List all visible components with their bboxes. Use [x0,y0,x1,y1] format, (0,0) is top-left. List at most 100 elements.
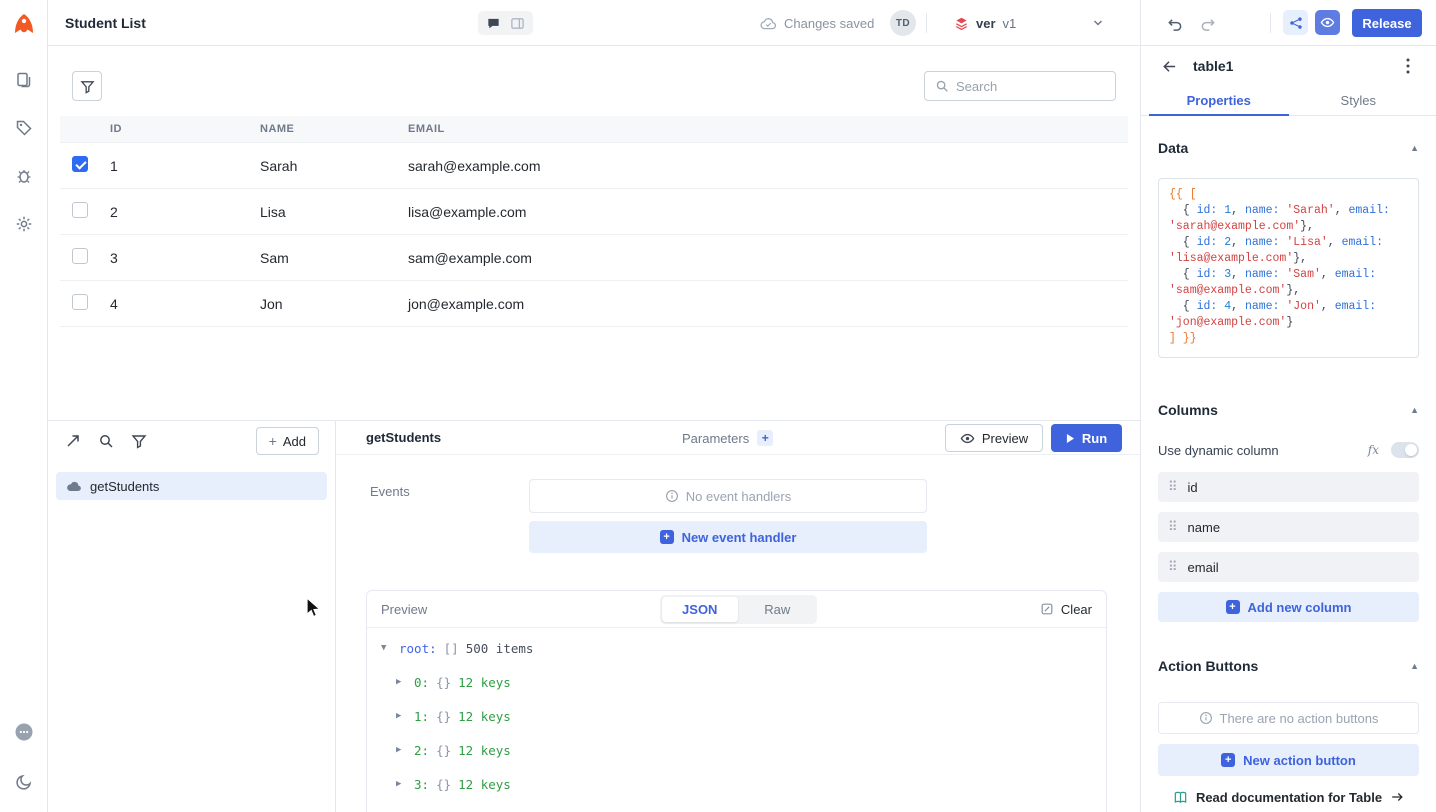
json-meta: 12 keys [458,675,511,690]
widget-name[interactable]: table1 [1193,58,1233,74]
query-list-item[interactable]: getStudents [56,472,327,500]
theme-toggle-icon[interactable] [8,766,40,798]
section-actions-title: Action Buttons [1158,658,1258,674]
debug-icon[interactable] [8,160,40,192]
column-item[interactable]: ⠿ email [1158,552,1419,582]
read-documentation-link[interactable]: Read documentation for Table [1158,785,1419,809]
expand-icon[interactable] [65,433,81,449]
table-row[interactable]: 2 Lisa lisa@example.com [60,189,1128,235]
tab-styles[interactable]: Styles [1289,86,1429,115]
back-icon[interactable] [1157,54,1181,78]
left-rail [0,0,48,812]
drag-handle-icon[interactable]: ⠿ [1168,479,1178,495]
dynamic-column-label: Use dynamic column [1158,443,1279,458]
column-item[interactable]: ⠿ id [1158,472,1419,502]
code-line: { id: 2, name: 'Lisa', email: [1169,235,1408,251]
undo-icon[interactable] [1163,13,1185,35]
add-new-column-button[interactable]: + Add new column [1158,592,1419,622]
kebab-menu-icon[interactable] [1396,54,1420,78]
new-action-button[interactable]: + New action button [1158,744,1419,776]
collapse-icon[interactable]: ▲ [1410,661,1419,671]
filter-icon[interactable] [131,433,147,449]
arrow-right-icon [1390,790,1404,804]
query-name: getStudents [90,479,159,494]
drag-handle-icon[interactable]: ⠿ [1168,559,1178,575]
row-checkbox[interactable] [72,248,88,264]
code-line: 'lisa@example.com'}, [1169,251,1408,267]
parameters-label: Parameters [682,431,749,446]
tab-json[interactable]: JSON [662,597,738,622]
add-new-column-label: Add new column [1248,600,1352,615]
plus-icon: + [269,434,277,448]
preview-eye-icon[interactable] [1315,10,1340,35]
json-item-row[interactable]: ▶ 1: {} 12 keys [381,699,1106,733]
row-checkbox[interactable] [72,294,88,310]
divider [1270,13,1271,33]
expand-arrow-icon[interactable]: ▶ [396,677,407,687]
query-panel: + Add getStudents getStudents Parameters… [48,420,1140,812]
table-row[interactable]: 4 Jon jon@example.com [60,281,1128,327]
save-status-label: Changes saved [784,16,874,31]
share-icon[interactable] [1283,10,1308,35]
chevron-down-icon[interactable] [1092,17,1104,29]
column-header-name[interactable]: NAME [260,123,408,135]
table-search-input[interactable]: Search [924,71,1116,101]
no-event-handlers-label: No event handlers [686,489,792,504]
preview-button[interactable]: Preview [945,424,1043,452]
drag-handle-icon[interactable]: ⠿ [1168,519,1178,535]
expand-arrow-icon[interactable]: ▶ [396,779,407,789]
data-table: ID NAME EMAIL 1 Sarah sarah@example.com … [60,116,1128,327]
json-item-row[interactable]: ▶ 2: {} 12 keys [381,733,1106,767]
pages-icon[interactable] [8,64,40,96]
column-header-email[interactable]: EMAIL [408,123,1128,135]
data-code-editor[interactable]: {{ [ { id: 1, name: 'Sarah', email:'sara… [1158,178,1419,358]
help-icon[interactable] [8,716,40,748]
run-button[interactable]: Run [1051,424,1122,452]
expand-arrow-icon[interactable]: ▶ [396,745,407,755]
clear-icon [1040,602,1054,616]
table-row[interactable]: 3 Sam sam@example.com [60,235,1128,281]
redo-icon[interactable] [1197,13,1219,35]
response-format-toggle: JSON Raw [660,595,817,624]
table-filter-button[interactable] [72,71,102,101]
section-data-header[interactable]: Data ▲ [1158,136,1419,160]
clear-button[interactable]: Clear [1040,602,1092,617]
mode-toggle[interactable] [478,11,533,35]
collapse-arrow-icon[interactable]: ▼ [381,643,392,653]
save-status: Changes saved [760,0,874,46]
json-item-row[interactable]: ▶ 0: {} 12 keys [381,665,1106,699]
appsmith-logo[interactable] [10,10,38,38]
column-header-id[interactable]: ID [110,123,260,135]
section-columns-header[interactable]: Columns ▲ [1158,398,1419,422]
new-event-handler-button[interactable]: + New event handler [529,521,927,553]
json-root-row[interactable]: ▼ root: [] 500 items [381,631,1106,665]
comment-mode-icon[interactable] [486,16,501,31]
version-selector[interactable]: ver v1 [954,0,1016,46]
funnel-icon [80,79,95,94]
row-checkbox[interactable] [72,202,88,218]
search-icon[interactable] [98,433,114,449]
collapse-icon[interactable]: ▲ [1410,143,1419,153]
collapse-icon[interactable]: ▲ [1410,405,1419,415]
tab-properties[interactable]: Properties [1149,86,1289,115]
clear-label: Clear [1061,602,1092,617]
release-button[interactable]: Release [1352,9,1422,37]
no-event-handlers-placeholder: No event handlers [529,479,927,513]
datasources-icon[interactable] [8,112,40,144]
fx-icon[interactable]: fx [1368,443,1379,457]
canvas-mode-icon[interactable] [510,16,525,31]
json-item-row[interactable]: ▶ 3: {} 12 keys [381,767,1106,801]
add-query-button[interactable]: + Add [256,427,319,455]
info-icon [1199,711,1213,725]
user-avatar[interactable]: TD [890,10,916,36]
table-row[interactable]: 1 Sarah sarah@example.com [60,143,1128,189]
add-parameter-icon[interactable]: + [757,430,773,446]
row-checkbox[interactable] [72,156,88,172]
section-actions-header[interactable]: Action Buttons ▲ [1158,654,1419,678]
settings-icon[interactable] [8,208,40,240]
cell-name: Sam [260,250,408,266]
tab-raw[interactable]: Raw [740,597,816,622]
column-item[interactable]: ⠿ name [1158,512,1419,542]
expand-arrow-icon[interactable]: ▶ [396,711,407,721]
dynamic-column-toggle[interactable] [1391,442,1419,458]
